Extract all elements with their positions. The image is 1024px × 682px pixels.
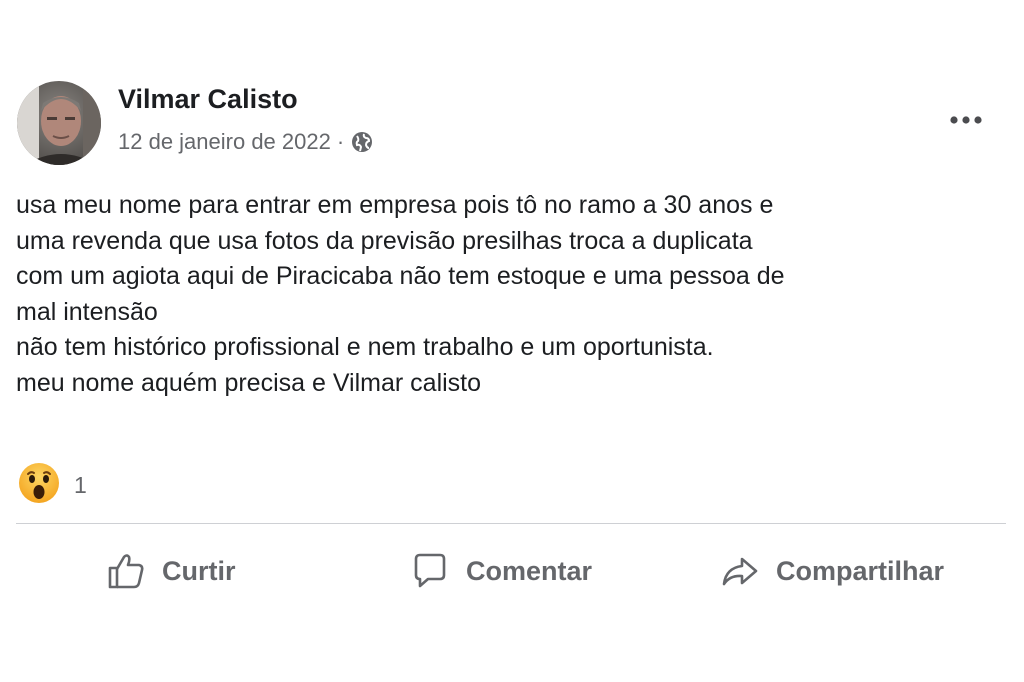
avatar-photo — [17, 81, 101, 165]
thumbs-up-icon — [108, 554, 144, 589]
post-date[interactable]: 12 de janeiro de 2022 — [118, 129, 331, 155]
author-name[interactable]: Vilmar Calisto — [118, 84, 298, 115]
post-body-line: com um agiota aqui de Piracicaba não tem… — [16, 262, 785, 290]
post-card: Vilmar Calisto 12 de janeiro de 2022 · u… — [0, 0, 1024, 682]
wow-reaction-icon — [18, 462, 60, 509]
post-body-line: uma revenda que usa fotos da previsão pr… — [16, 226, 753, 255]
comment-button[interactable]: Comentar — [410, 548, 592, 594]
globe-icon[interactable] — [350, 130, 374, 154]
more-options-icon[interactable] — [946, 106, 986, 134]
post-body-line: usa meu nome para entrar em empresa pois… — [16, 191, 774, 219]
comment-label: Comentar — [466, 555, 593, 586]
share-label: Compartilhar — [776, 555, 945, 586]
reactions-summary[interactable]: 1 — [18, 462, 87, 509]
post-body: usa meu nome para entrar em empresa pois… — [16, 188, 1006, 401]
reaction-count: 1 — [74, 472, 87, 498]
post-body-line: meu nome aquém precisa e Vilmar calisto — [16, 368, 482, 397]
post-body-line: mal intensão — [16, 297, 158, 326]
like-button[interactable]: Curtir — [106, 548, 236, 594]
avatar[interactable] — [17, 81, 101, 165]
like-label: Curtir — [162, 555, 236, 586]
comment-icon — [414, 553, 446, 588]
post-meta: 12 de janeiro de 2022 · — [118, 129, 374, 155]
share-button[interactable]: Compartilhar — [720, 548, 944, 594]
post-body-line: não tem histórico profissional e nem tra… — [16, 333, 714, 361]
divider — [16, 523, 1006, 524]
meta-separator: · — [336, 129, 345, 154]
share-icon — [722, 557, 758, 586]
